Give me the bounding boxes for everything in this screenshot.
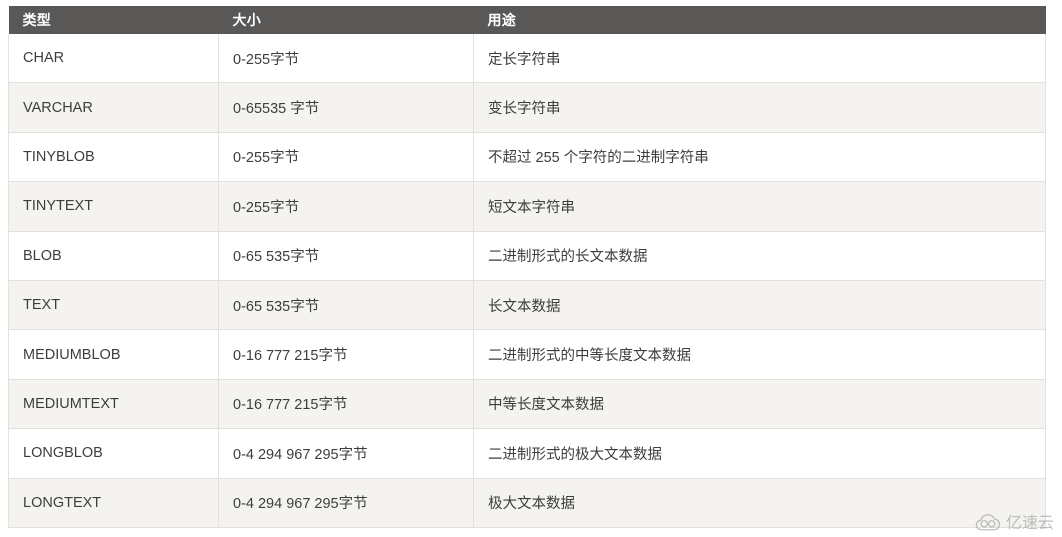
- cell-type: MEDIUMTEXT: [8, 379, 219, 430]
- table-row: LONGTEXT 0-4 294 967 295字节 极大文本数据: [8, 478, 1046, 528]
- table-row: CHAR 0-255字节 定长字符串: [8, 34, 1046, 84]
- cell-usage: 二进制形式的中等长度文本数据: [473, 329, 1046, 380]
- cell-size: 0-4 294 967 295字节: [218, 428, 474, 479]
- cell-size: 0-255字节: [218, 132, 474, 183]
- cell-type: VARCHAR: [8, 82, 219, 133]
- cell-usage: 定长字符串: [473, 34, 1046, 84]
- table-header: 类型 大小 用途: [8, 6, 1046, 34]
- cell-type: LONGTEXT: [8, 478, 219, 528]
- data-table-container: 类型 大小 用途 CHAR 0-255字节 定长字符串 VARCHAR 0-65…: [8, 6, 1046, 528]
- cell-size: 0-16 777 215字节: [218, 379, 474, 430]
- cell-usage: 长文本数据: [473, 280, 1046, 331]
- cell-usage: 变长字符串: [473, 82, 1046, 133]
- column-header-type: 类型: [8, 6, 219, 34]
- cell-usage: 极大文本数据: [473, 478, 1046, 528]
- table-row: LONGBLOB 0-4 294 967 295字节 二进制形式的极大文本数据: [8, 428, 1046, 479]
- cell-type: LONGBLOB: [8, 428, 219, 479]
- column-header-size: 大小: [218, 6, 474, 34]
- cell-size: 0-16 777 215字节: [218, 329, 474, 380]
- table-row: TINYBLOB 0-255字节 不超过 255 个字符的二进制字符串: [8, 132, 1046, 183]
- cell-usage: 中等长度文本数据: [473, 379, 1046, 430]
- cell-size: 0-65 535字节: [218, 231, 474, 281]
- table-row: BLOB 0-65 535字节 二进制形式的长文本数据: [8, 231, 1046, 281]
- table-row: TEXT 0-65 535字节 长文本数据: [8, 280, 1046, 331]
- table-row: MEDIUMBLOB 0-16 777 215字节 二进制形式的中等长度文本数据: [8, 329, 1046, 380]
- cell-usage: 二进制形式的长文本数据: [473, 231, 1046, 281]
- cell-type: TEXT: [8, 280, 219, 331]
- cell-type: TINYTEXT: [8, 181, 219, 232]
- table-header-row: 类型 大小 用途: [8, 6, 1046, 34]
- table-row: VARCHAR 0-65535 字节 变长字符串: [8, 82, 1046, 133]
- cell-size: 0-65 535字节: [218, 280, 474, 331]
- cell-size: 0-65535 字节: [218, 82, 474, 133]
- cell-usage: 短文本字符串: [473, 181, 1046, 232]
- string-types-table: 类型 大小 用途 CHAR 0-255字节 定长字符串 VARCHAR 0-65…: [8, 6, 1046, 528]
- cell-type: MEDIUMBLOB: [8, 329, 219, 380]
- cell-type: CHAR: [8, 34, 219, 84]
- table-row: TINYTEXT 0-255字节 短文本字符串: [8, 181, 1046, 232]
- table-body: CHAR 0-255字节 定长字符串 VARCHAR 0-65535 字节 变长…: [8, 34, 1046, 528]
- cell-usage: 二进制形式的极大文本数据: [473, 428, 1046, 479]
- cell-type: TINYBLOB: [8, 132, 219, 183]
- cell-type: BLOB: [8, 231, 219, 281]
- cell-size: 0-255字节: [218, 181, 474, 232]
- cell-size: 0-255字节: [218, 34, 474, 84]
- column-header-usage: 用途: [473, 6, 1046, 34]
- cell-usage: 不超过 255 个字符的二进制字符串: [473, 132, 1046, 183]
- table-row: MEDIUMTEXT 0-16 777 215字节 中等长度文本数据: [8, 379, 1046, 430]
- cell-size: 0-4 294 967 295字节: [218, 478, 474, 528]
